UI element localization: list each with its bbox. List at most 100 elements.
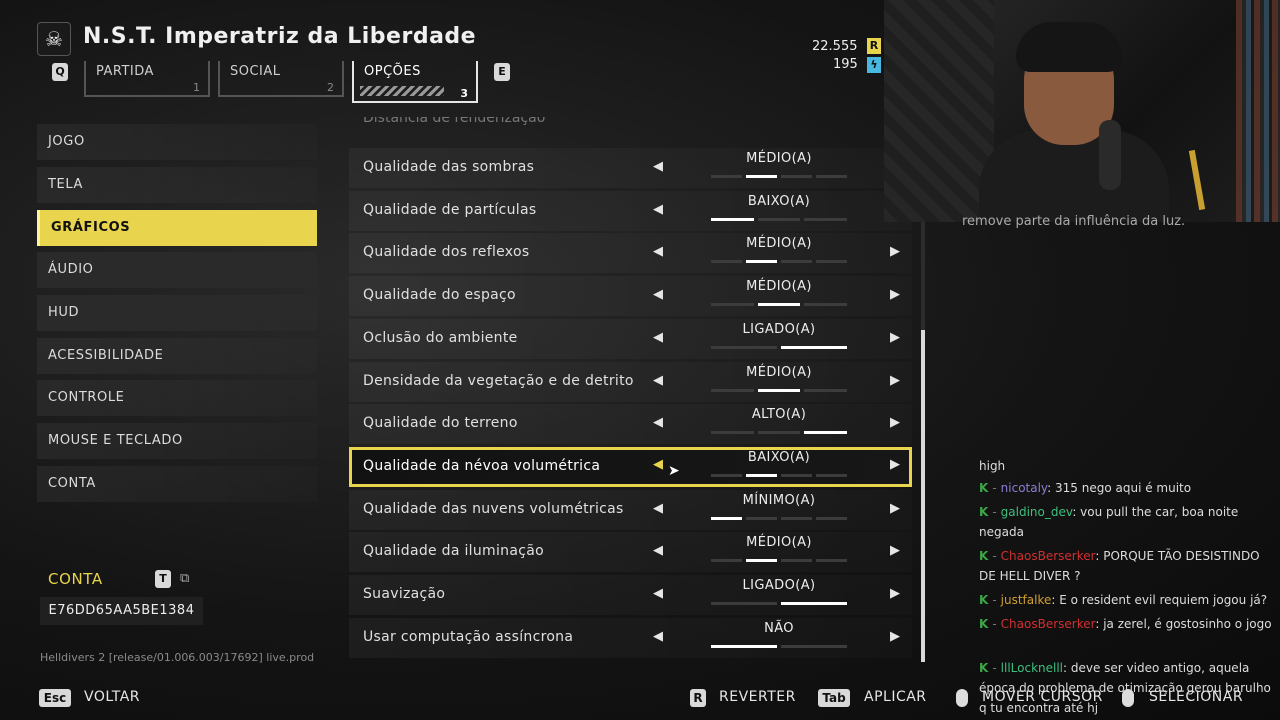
arrow-left-icon[interactable]: ◀	[653, 629, 663, 644]
chat-text: high	[979, 459, 1006, 473]
setting-value: BAIXO(A)	[747, 450, 811, 465]
sidebar-item[interactable]: JOGO	[37, 124, 317, 160]
arrow-left-icon[interactable]: ◀	[653, 287, 663, 302]
select-button[interactable]: SELECIONAR	[1149, 689, 1243, 705]
key-t-hint: T	[155, 570, 171, 588]
level-segment	[746, 559, 777, 562]
streamer-hair	[1016, 22, 1122, 72]
sidebar-item[interactable]: MOUSE E TECLADO	[37, 423, 317, 459]
arrow-left-icon[interactable]: ◀	[653, 586, 663, 601]
setting-label: Qualidade da névoa volumétrica	[363, 458, 601, 474]
setting-label: Distância de renderização	[363, 117, 546, 126]
chat-caption-cut: remove parte da influência da luz.	[962, 214, 1186, 229]
chat-message: K - nicotaly: 315 nego aqui é muito	[979, 478, 1279, 498]
setting-value: MÉDIO(A)	[746, 236, 812, 251]
tab-partida[interactable]: PARTIDA 1	[84, 61, 210, 97]
arrow-left-icon[interactable]: ◀	[653, 202, 663, 217]
settings-row[interactable]: Qualidade do terreno ◀ ALTO(A) ▶	[349, 404, 912, 444]
arrow-left-icon[interactable]: ◀	[653, 457, 663, 472]
arrow-right-icon[interactable]: ▶	[890, 244, 900, 259]
bookshelf	[1236, 0, 1280, 222]
arrow-left-icon[interactable]: ◀	[653, 543, 663, 558]
chat-text: : ja zerel, é gostosinho o jogo	[1095, 617, 1272, 631]
level-indicator	[711, 431, 848, 434]
arrow-left-icon[interactable]: ◀	[653, 159, 663, 174]
kick-badge-icon: K	[979, 661, 989, 675]
sidebar-item[interactable]: HUD	[37, 295, 317, 331]
key-e-hint: E	[494, 63, 510, 81]
apply-button[interactable]: APLICAR	[864, 689, 927, 705]
account-label: CONTA	[48, 570, 103, 588]
arrow-right-icon[interactable]: ▶	[890, 330, 900, 345]
level-indicator	[711, 175, 847, 178]
arrow-left-icon[interactable]: ◀	[653, 244, 663, 259]
level-indicator	[711, 346, 847, 349]
level-segment	[804, 303, 848, 306]
setting-value: MÉDIO(A)	[746, 279, 812, 294]
level-segment	[781, 346, 847, 349]
tab-opcoes[interactable]: OPÇÕES 3	[352, 61, 478, 103]
level-segment	[711, 346, 777, 349]
level-segment	[781, 645, 847, 648]
level-segment	[711, 175, 742, 178]
settings-row[interactable]: Qualidade da iluminação ◀ MÉDIO(A) ▶	[349, 532, 912, 572]
level-indicator	[711, 389, 848, 392]
sidebar-item[interactable]: CONTA	[37, 466, 317, 502]
arrow-right-icon[interactable]: ▶	[890, 287, 900, 302]
tab-label: OPÇÕES	[364, 64, 421, 79]
level-segment	[711, 559, 742, 562]
settings-row[interactable]: Qualidade das nuvens volumétricas ◀ MÍNIMO…	[349, 490, 912, 530]
sidebar-item[interactable]: TELA	[37, 167, 317, 203]
level-segment	[781, 474, 812, 477]
setting-label: Usar computação assíncrona	[363, 629, 574, 645]
sidebar-item[interactable]: GRÁFICOS	[37, 210, 317, 246]
settings-row[interactable]: Qualidade da névoa volumétrica ◀ BAIXO(A) ▶	[349, 447, 912, 487]
settings-row[interactable]: Qualidade dos reflexos ◀ MÉDIO(A) ▶	[349, 233, 912, 273]
arrow-right-icon[interactable]: ▶	[890, 373, 900, 388]
level-segment	[711, 602, 777, 605]
tab-number: 3	[460, 87, 468, 100]
tab-social[interactable]: SOCIAL 2	[218, 61, 344, 97]
revert-button[interactable]: REVERTER	[719, 689, 796, 705]
tab-number: 2	[327, 81, 334, 94]
settings-row[interactable]: Suavização ◀ LIGADO(A) ▶	[349, 575, 912, 615]
arrow-right-icon[interactable]: ▶	[890, 586, 900, 601]
sidebar-item[interactable]: ACESSIBILIDADE	[37, 338, 317, 374]
light-stand	[1188, 149, 1206, 211]
setting-label: Qualidade de partículas	[363, 202, 537, 218]
level-segment	[781, 559, 812, 562]
settings-row[interactable]: Qualidade do espaço ◀ MÉDIO(A) ▶	[349, 276, 912, 316]
arrow-right-icon[interactable]: ▶	[890, 629, 900, 644]
copy-icon[interactable]: ⧉	[180, 571, 194, 586]
arrow-right-icon[interactable]: ▶	[890, 415, 900, 430]
back-button[interactable]: VOLTAR	[84, 689, 140, 705]
ship-title: N.S.T. Imperatriz da Liberdade	[83, 24, 477, 49]
arrow-left-icon[interactable]: ◀	[653, 501, 663, 516]
settings-row[interactable]: Oclusão do ambiente ◀ LIGADO(A) ▶	[349, 319, 912, 359]
setting-value: LIGADO(A)	[742, 322, 816, 337]
mouse-icon	[956, 689, 968, 707]
settings-row[interactable]: Densidade da vegetação e de detrito ◀ MÉDI…	[349, 362, 912, 402]
arrow-left-icon[interactable]: ◀	[653, 415, 663, 430]
level-segment	[711, 645, 777, 648]
kick-badge-icon: K	[979, 505, 989, 519]
level-segment	[757, 218, 801, 221]
level-segment	[781, 517, 812, 520]
settings-row[interactable]: Qualidade das sombras ◀ MÉDIO(A)	[349, 148, 912, 188]
level-indicator	[711, 559, 847, 562]
arrow-left-icon[interactable]: ◀	[653, 330, 663, 345]
arrow-right-icon[interactable]: ▶	[890, 501, 900, 516]
arrow-right-icon[interactable]: ▶	[890, 457, 900, 472]
sidebar-item[interactable]: ÁUDIO	[37, 252, 317, 288]
settings-row[interactable]: Usar computação assíncrona ◀ NÃO ▶	[349, 618, 912, 658]
account-id[interactable]: E76DD65AA5BE1384	[40, 597, 203, 625]
sidebar-item[interactable]: CONTROLE	[37, 380, 317, 416]
chat-username: justfalke	[1000, 593, 1052, 607]
arrow-right-icon[interactable]: ▶	[890, 543, 900, 558]
kick-badge-icon: K	[979, 593, 989, 607]
scrollbar-thumb[interactable]	[921, 330, 925, 662]
level-segment	[816, 175, 847, 178]
settings-row[interactable]: Qualidade de partículas ◀ BAIXO(A)	[349, 191, 912, 231]
level-segment	[746, 474, 777, 477]
arrow-left-icon[interactable]: ◀	[653, 373, 663, 388]
